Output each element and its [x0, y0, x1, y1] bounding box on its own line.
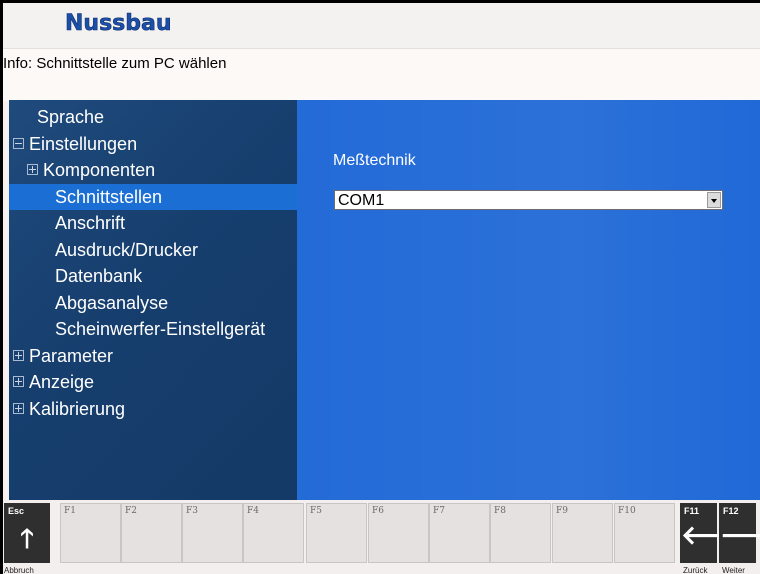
- messtechnik-port-select[interactable]: COM1: [334, 190, 723, 210]
- tree-item-label: Abgasanalyse: [55, 292, 169, 313]
- fkey-label: Esc: [8, 506, 25, 516]
- fkey-label: F9: [556, 506, 568, 516]
- tree-item-anschrift[interactable]: Anschrift: [9, 210, 297, 236]
- fkey-esc-button[interactable]: Esc 🡑: [4, 503, 50, 563]
- window-frame: Nussbaum Info: Schnittstelle zum PC wähl…: [0, 0, 760, 574]
- tree-item-label: Anschrift: [55, 213, 126, 233]
- fkey-label: F6: [372, 506, 384, 516]
- tree-item-label: Anzeige: [29, 372, 95, 392]
- fkey-label: F10: [618, 506, 636, 516]
- fkey-f1-button[interactable]: F1: [60, 503, 121, 563]
- messtechnik-label: Meßtechnik: [333, 152, 416, 169]
- function-key-bar: Esc 🡑 Abbruch F1 F2 F3 F4 F5 F6 F7 F8 F9 F10 F11 🡐 Zurü…: [3, 500, 760, 574]
- expand-icon[interactable]: [13, 376, 24, 387]
- fkey-label: F4: [247, 506, 259, 516]
- arrow-right-icon: 🡒: [720, 520, 760, 550]
- fkey-label: F1: [64, 506, 76, 516]
- fkey-label: F12: [723, 506, 739, 516]
- fkey-f10-button[interactable]: F10: [614, 503, 675, 563]
- fkey-f12-button[interactable]: F12 🡒: [719, 503, 760, 563]
- dropdown-arrow-icon[interactable]: [707, 192, 721, 208]
- tree-item-anzeige[interactable]: Anzeige: [9, 369, 297, 395]
- fkey-caption-f11: Zurück: [683, 566, 708, 574]
- fkey-label: F5: [310, 506, 322, 516]
- tree-item-label: Ausdruck/Drucker: [55, 239, 199, 260]
- fkey-f3-button[interactable]: F3: [182, 503, 243, 563]
- info-bar: Info: Schnittstelle zum PC wählen: [3, 48, 760, 101]
- tree-item-label: Scheinwerfer-Einstellgerät: [55, 319, 266, 339]
- expand-icon[interactable]: [13, 349, 24, 361]
- fkey-label: F3: [186, 506, 198, 516]
- select-value: COM1: [338, 192, 385, 209]
- tree-item-sprache[interactable]: Sprache: [9, 104, 297, 130]
- fkey-label: F7: [433, 506, 445, 516]
- header-bar: Nussbaum: [3, 3, 760, 48]
- tree-item-abgasanalyse[interactable]: Abgasanalyse: [9, 290, 297, 316]
- fkey-label: F2: [125, 506, 137, 516]
- fkey-f9-button[interactable]: F9: [552, 503, 613, 563]
- tree-item-label: Datenbank: [55, 266, 143, 286]
- tree-item-parameter[interactable]: Parameter: [9, 343, 297, 369]
- fkey-caption-f12: Weiter: [722, 566, 745, 574]
- nussbaum-logo: Nussbaum: [65, 11, 173, 37]
- arrow-left-icon: 🡐: [681, 520, 751, 550]
- info-text: Info: Schnittstelle zum PC wählen: [3, 55, 227, 72]
- tree-item-komponenten[interactable]: Komponenten: [9, 157, 297, 183]
- tree-item-schnittstellen[interactable]: Schnittstellen: [9, 183, 297, 210]
- svg-text:Nussbaum: Nussbaum: [65, 11, 173, 36]
- tree-item-label: Schnittstellen: [55, 186, 163, 207]
- expand-icon[interactable]: [27, 164, 38, 175]
- app-window: Nussbaum Info: Schnittstelle zum PC wähl…: [3, 3, 760, 574]
- fkey-f5-button[interactable]: F5: [306, 503, 367, 563]
- tree-item-label: Sprache: [37, 107, 105, 127]
- tree-item-label: Einstellungen: [29, 133, 138, 154]
- arrow-up-icon: 🡑: [20, 523, 34, 553]
- tree-item-scheinwerfer-einstellgerät[interactable]: Scheinwerfer-Einstellgerät: [9, 316, 297, 342]
- settings-tree-panel: Sprache Einstellungen Komponenten Schnittst…: [9, 100, 297, 500]
- fkey-label: F8: [494, 506, 506, 516]
- expand-icon[interactable]: [13, 402, 24, 414]
- tree-item-kalibrierung[interactable]: Kalibrierung: [9, 396, 297, 422]
- tree-item-einstellungen[interactable]: Einstellungen: [9, 131, 297, 157]
- fkey-f2-button[interactable]: F2: [121, 503, 182, 563]
- tree-item-datenbank[interactable]: Datenbank: [9, 263, 297, 289]
- tree-item-ausdruck-drucker[interactable]: Ausdruck/Drucker: [9, 237, 297, 263]
- fkey-f8-button[interactable]: F8: [490, 503, 551, 563]
- fkey-f4-button[interactable]: F4: [243, 503, 304, 563]
- tree-item-label: Kalibrierung: [29, 398, 126, 419]
- content-panel: Meßtechnik COM1: [297, 100, 760, 500]
- tree-item-label: Komponenten: [43, 160, 156, 180]
- fkey-f6-button[interactable]: F6: [368, 503, 429, 563]
- fkey-f7-button[interactable]: F7: [429, 503, 490, 563]
- fkey-f11-button[interactable]: F11 🡐: [680, 503, 751, 563]
- tree-item-label: Parameter: [29, 345, 114, 366]
- collapse-icon[interactable]: [13, 137, 24, 149]
- fkey-caption-esc: Abbruch: [4, 566, 34, 574]
- fkey-label: F11: [684, 506, 700, 516]
